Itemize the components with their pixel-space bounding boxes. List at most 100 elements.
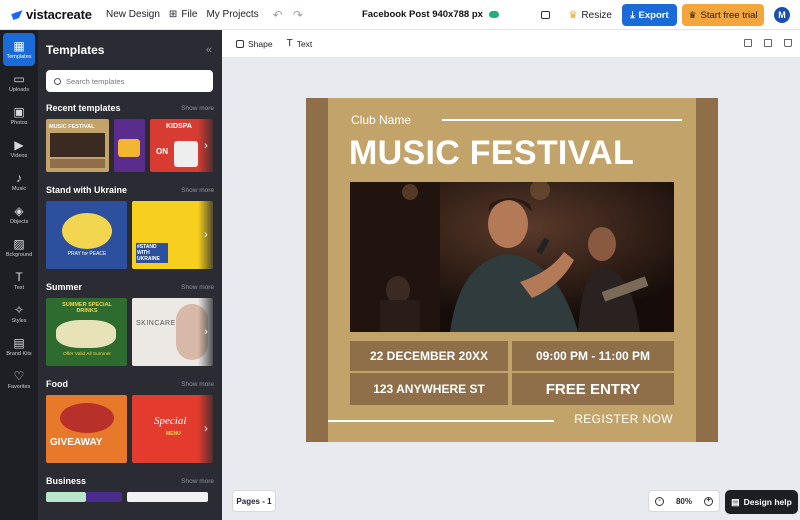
singer-photo[interactable]	[350, 182, 674, 332]
resize-button[interactable]: ♛ Resize	[568, 10, 612, 21]
heart-icon: ♡	[13, 368, 25, 383]
shape-tool-button[interactable]: Shape	[236, 39, 273, 49]
rail-item-photos[interactable]: ▣ Photos	[0, 99, 38, 132]
rail-label: Text	[13, 284, 25, 291]
document-title[interactable]: Facebook Post 940x788 px	[362, 9, 499, 20]
select-icon[interactable]	[744, 39, 752, 47]
design-help-button[interactable]: ▤ Design help	[725, 490, 798, 514]
template-thumb-purple[interactable]	[114, 119, 145, 172]
rail-label: Styles	[11, 317, 27, 324]
template-thumb-pray-for-peace[interactable]: PRAY for PEACE	[46, 201, 127, 269]
file-menu[interactable]: ⊞ File	[169, 9, 198, 20]
rail-item-videos[interactable]: ▶ Videos	[0, 132, 38, 165]
rail-item-uploads[interactable]: ▭ Uploads	[0, 66, 38, 99]
rail-item-brand-kits[interactable]: ▤ Brand Kits	[0, 330, 38, 363]
carousel-next-icon[interactable]: ›	[198, 298, 214, 366]
text-tool-button[interactable]: T Text	[287, 38, 313, 49]
thumb-text: MENU	[166, 431, 181, 437]
search-input[interactable]	[66, 76, 196, 86]
chat-icon: ▤	[731, 496, 740, 507]
my-projects-link[interactable]: My Projects	[206, 9, 258, 20]
carousel-next-icon[interactable]: ›	[198, 119, 214, 172]
carousel-next-icon[interactable]: ›	[198, 395, 214, 463]
show-more-link[interactable]: Show more	[181, 381, 214, 388]
poster-left-band	[306, 98, 328, 442]
template-thumb-business-1[interactable]	[46, 492, 86, 502]
collapse-panel-icon[interactable]: «	[206, 44, 212, 56]
club-name-text[interactable]: Club Name	[351, 113, 411, 127]
rail-item-objects[interactable]: ◈ Objects	[0, 198, 38, 231]
duplicate-icon[interactable]	[764, 39, 772, 47]
redo-icon[interactable]: ↷	[293, 8, 303, 22]
poster-canvas[interactable]: Club Name MUSIC FESTIVAL 22 DECEMBER 20X…	[306, 98, 718, 442]
music-icon: ♪	[16, 170, 22, 185]
styles-icon: ✧	[13, 302, 25, 317]
delete-icon[interactable]	[784, 39, 792, 47]
date-text[interactable]: 22 DECEMBER 20XX	[350, 341, 508, 371]
thumb-info	[50, 159, 105, 168]
show-more-link[interactable]: Show more	[181, 187, 214, 194]
search-box[interactable]	[46, 70, 213, 92]
rail-label: Templates	[6, 53, 32, 60]
show-more-link[interactable]: Show more	[181, 105, 214, 112]
objects-icon: ◈	[14, 203, 24, 218]
thumb-text: Special	[154, 415, 187, 427]
rail-label: Videos	[10, 152, 28, 159]
rail-item-styles[interactable]: ✧ Styles	[0, 297, 38, 330]
rail-item-text[interactable]: T Text	[0, 264, 38, 297]
zoom-out-icon[interactable]: -	[655, 496, 664, 506]
register-now-text[interactable]: REGISTER NOW	[574, 412, 673, 426]
new-design-label: New Design	[106, 9, 160, 20]
template-thumb-music-festival[interactable]: MUSIC FESTIVAL	[46, 119, 109, 172]
template-thumb-giveaway[interactable]: GIVEAWAY	[46, 395, 127, 463]
show-more-link[interactable]: Show more	[181, 478, 214, 485]
start-free-trial-button[interactable]: ♛ Start free trial	[682, 4, 764, 26]
section-ukraine: Stand with Ukraine Show more PRAY for PE…	[38, 179, 222, 269]
new-design-button[interactable]: New Design	[106, 9, 160, 20]
folder-icon: ▭	[13, 71, 25, 86]
thumb-shape	[62, 213, 112, 249]
rail-item-music[interactable]: ♪ Music	[0, 165, 38, 198]
address-text[interactable]: 123 ANYWHERE ST	[350, 373, 508, 405]
zoom-level[interactable]: 80%	[676, 497, 692, 506]
avatar[interactable]: M	[774, 7, 790, 23]
rail-item-background[interactable]: ▨ Bckground	[0, 231, 38, 264]
text-label: Text	[296, 38, 313, 49]
panel-title: Templates	[46, 43, 105, 57]
pages-button[interactable]: Pages - 1	[232, 490, 276, 512]
headline-text[interactable]: MUSIC FESTIVAL	[349, 134, 679, 173]
section-title: Recent templates	[46, 103, 121, 113]
document-title-text: Facebook Post 940x788 px	[362, 9, 483, 20]
vistacreate-logo[interactable]: vistacreate	[11, 7, 100, 22]
rail-label: Bckground	[5, 251, 33, 258]
crown-icon: ♛	[568, 9, 578, 21]
my-projects-label: My Projects	[206, 9, 259, 20]
entry-text[interactable]: FREE ENTRY	[512, 373, 674, 405]
shape-icon	[236, 39, 244, 48]
trial-label: Start free trial	[700, 9, 758, 21]
top-bar: vistacreate New Design ⊞ File My Project…	[0, 0, 800, 30]
template-thumb-business-3[interactable]	[127, 492, 208, 502]
text-icon: T	[286, 38, 293, 49]
thumb-shape	[118, 139, 140, 157]
undo-icon[interactable]: ↶	[273, 8, 283, 22]
search-icon	[54, 77, 61, 85]
zoom-in-icon[interactable]: +	[703, 496, 713, 506]
section-title: Summer	[46, 282, 83, 292]
grid-icon: ⊞	[168, 9, 178, 20]
template-thumb-business-2[interactable]	[86, 492, 122, 502]
rail-item-favorites[interactable]: ♡ Favorites	[0, 363, 38, 396]
template-thumb-summer-drinks[interactable]: SUMMER SPECIAL DRINKS Offer Valid All Su…	[46, 298, 127, 366]
export-button[interactable]: ⤓ Export	[622, 4, 677, 26]
templates-icon: ▦	[13, 38, 25, 53]
carousel-next-icon[interactable]: ›	[198, 201, 214, 269]
comment-icon[interactable]	[541, 11, 551, 19]
thumb-text: Offer Valid All Summer	[62, 352, 112, 357]
editor-toolbar: Shape T Text	[222, 30, 800, 58]
time-text[interactable]: 09:00 PM - 11:00 PM	[512, 341, 674, 371]
event-info-grid: 22 DECEMBER 20XX 09:00 PM - 11:00 PM 123…	[350, 341, 674, 405]
rail-label: Uploads	[8, 86, 30, 93]
rail-item-templates[interactable]: ▦ Templates	[3, 33, 35, 66]
resize-label: Resize	[581, 9, 612, 21]
show-more-link[interactable]: Show more	[181, 284, 214, 291]
